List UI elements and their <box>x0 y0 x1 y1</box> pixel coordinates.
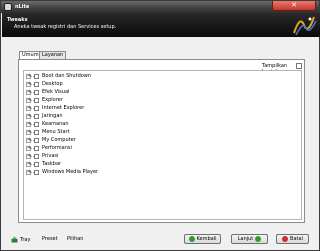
tray-link[interactable]: Tray <box>11 236 30 243</box>
tree-item-label: Explorer <box>42 97 63 103</box>
app-icon <box>4 3 12 11</box>
cancel-icon <box>282 236 289 242</box>
back-button[interactable]: Kembali <box>184 234 221 244</box>
window-title: nLite <box>15 4 30 10</box>
tray-label: Tray <box>20 236 31 243</box>
tab-panel: Tampilkan Lanjutan + Boot dan Shutdown +… <box>18 59 305 223</box>
tree-item-label: Keamanan <box>42 121 69 127</box>
cancel-button[interactable]: Batal <box>276 234 309 244</box>
back-label: Kembali <box>196 236 217 242</box>
tree-item-label: Jaringan <box>42 113 63 119</box>
tree-checkbox[interactable] <box>34 122 39 127</box>
tree-item-label: Internet Explorer <box>42 105 85 111</box>
title-bar[interactable]: nLite ✕ <box>1 1 319 13</box>
cancel-label: Batal <box>290 236 303 242</box>
tree-item-label: Desktop <box>42 81 63 87</box>
page-description: Aneka tweak registri dan Services setup. <box>14 24 117 30</box>
tree-checkbox[interactable] <box>34 90 39 95</box>
tray-icon <box>11 236 18 243</box>
tweaks-tree[interactable]: + Boot dan Shutdown + Desktop + Efek Vis… <box>23 70 302 220</box>
tree-checkbox[interactable] <box>34 162 39 167</box>
close-icon: ✕ <box>291 1 297 9</box>
preset-label: Preset <box>42 236 58 242</box>
advanced-checkbox[interactable] <box>296 63 302 69</box>
tree-checkbox[interactable] <box>34 138 39 143</box>
tab-label: Umum <box>22 52 39 58</box>
tree-checkbox[interactable] <box>34 146 39 151</box>
preset-link[interactable]: Preset <box>42 236 58 242</box>
tree-checkbox[interactable] <box>34 82 39 87</box>
next-button[interactable]: Lanjut <box>231 234 268 244</box>
tree-checkbox[interactable] <box>34 106 39 111</box>
tree-checkbox[interactable] <box>34 154 39 159</box>
tab-layanan[interactable]: Layanan <box>39 51 67 59</box>
next-arrow-icon <box>255 236 262 242</box>
page-title: Tweaks <box>7 17 28 23</box>
pilihan-label: Pilihan <box>67 236 84 242</box>
page-header: Tweaks Aneka tweak registri dan Services… <box>2 13 320 37</box>
tree-item-label: Taskbar <box>42 161 62 167</box>
tree-item-label: Windows Media Player <box>42 169 99 175</box>
tree-checkbox[interactable] <box>34 114 39 119</box>
close-button[interactable]: ✕ <box>272 1 316 11</box>
tree-item-label: Efek Visual <box>42 89 70 95</box>
tree-item-label: Menu Start <box>42 129 70 135</box>
tab-label: Layanan <box>42 52 64 58</box>
next-label: Lanjut <box>237 236 254 242</box>
tree-item-label: Boot dan Shutdown <box>42 73 92 79</box>
pilihan-link[interactable]: Pilihan <box>67 236 83 242</box>
nlite-logo-icon <box>293 16 317 36</box>
tree-item-label: Privasi <box>42 153 59 159</box>
tree-item-label: My Computer <box>42 137 76 143</box>
tree-checkbox[interactable] <box>34 130 39 135</box>
tree-item-label: Performansi <box>42 145 72 151</box>
tree-checkbox[interactable] <box>34 98 39 103</box>
back-arrow-icon <box>188 236 195 242</box>
tree-checkbox[interactable] <box>34 170 39 175</box>
tree-checkbox[interactable] <box>34 74 39 79</box>
app-window: nLite ✕ Tweaks Aneka tweak registri dan … <box>0 0 320 251</box>
